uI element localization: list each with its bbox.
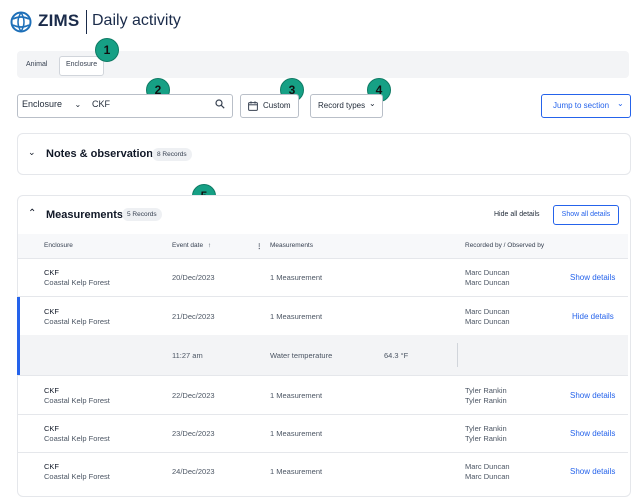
table-row[interactable] xyxy=(20,297,628,334)
notes-section-title[interactable]: Notes & observations xyxy=(46,148,159,160)
measurements-section-title[interactable]: Measurements xyxy=(46,209,123,221)
show-all-details-button[interactable]: Show all details xyxy=(553,205,619,225)
observed-by: Marc Duncan xyxy=(465,278,510,287)
tab-animal[interactable]: Animal xyxy=(20,56,53,74)
measurements-count: 1 Measurement xyxy=(270,391,323,400)
show-details-link[interactable]: Show details xyxy=(570,391,615,400)
notes-record-count: 8 Records xyxy=(152,148,192,161)
kebab-menu-icon[interactable]: ⋮ xyxy=(256,242,263,250)
hide-all-details-link[interactable]: Hide all details xyxy=(494,211,540,218)
chevron-down-icon[interactable]: ⌄ xyxy=(28,147,36,158)
observed-by: Tyler Rankin xyxy=(465,434,507,443)
chevron-down-icon: ⌄ xyxy=(617,99,624,108)
enclosure-code: CKF xyxy=(44,462,59,471)
table-row[interactable] xyxy=(18,376,628,413)
measurements-count: 1 Measurement xyxy=(270,429,323,438)
record-types-dropdown[interactable]: Record types ⌄ xyxy=(310,94,383,118)
enclosure-name: Coastal Kelp Forest xyxy=(44,396,110,405)
column-header-recorded-by[interactable]: Recorded by / Observed by xyxy=(465,242,544,249)
column-header-event-date[interactable]: Event date ↑ xyxy=(172,242,211,249)
jump-to-section-button[interactable]: Jump to section ⌄ xyxy=(541,94,631,118)
event-date-header-label: Event date xyxy=(172,242,204,249)
tab-enclosure[interactable]: Enclosure xyxy=(59,56,105,76)
event-date: 23/Dec/2023 xyxy=(172,429,215,438)
show-details-link[interactable]: Show details xyxy=(570,467,615,476)
enclosure-name: Coastal Kelp Forest xyxy=(44,472,110,481)
measurements-count: 1 Measurement xyxy=(270,273,323,282)
column-header-measurements[interactable]: Measurements xyxy=(270,242,313,249)
custom-label: Custom xyxy=(263,101,291,110)
chevron-down-icon: ⌄ xyxy=(369,99,376,108)
measurements-count: 1 Measurement xyxy=(270,312,323,321)
observed-by: Marc Duncan xyxy=(465,317,510,326)
detail-time: 11:27 am xyxy=(172,351,203,360)
sort-up-arrow-icon: ↑ xyxy=(207,242,212,249)
recorded-by: Marc Duncan xyxy=(465,462,510,471)
date-range-custom-button[interactable]: Custom xyxy=(240,94,299,118)
event-date: 24/Dec/2023 xyxy=(172,467,215,476)
chevron-down-icon: ⌄ xyxy=(74,100,82,109)
hide-details-link[interactable]: Hide details xyxy=(572,312,614,321)
filter-type-label: Enclosure xyxy=(22,99,63,109)
enclosure-code: CKF xyxy=(44,307,59,316)
detail-measurement-value: 64.3 °F xyxy=(384,351,409,360)
enclosure-name: Coastal Kelp Forest xyxy=(44,317,110,326)
search-icon[interactable] xyxy=(215,99,225,109)
detail-divider xyxy=(457,343,458,367)
measurements-record-count: 5 Records xyxy=(122,208,162,221)
event-date: 22/Dec/2023 xyxy=(172,391,215,400)
recorded-by: Tyler Rankin xyxy=(465,386,507,395)
measurements-count: 1 Measurement xyxy=(270,467,323,476)
enclosure-code: CKF xyxy=(44,268,59,277)
recorded-by: Tyler Rankin xyxy=(465,424,507,433)
column-header-enclosure[interactable]: Enclosure xyxy=(44,242,73,249)
filter-type-select[interactable]: Enclosure ⌄ xyxy=(22,99,81,109)
enclosure-code: CKF xyxy=(44,424,59,433)
calendar-icon xyxy=(248,101,258,111)
enclosure-name: Coastal Kelp Forest xyxy=(44,434,110,443)
brand-name: ZIMS xyxy=(38,11,80,30)
header-divider xyxy=(86,10,87,34)
recorded-by: Marc Duncan xyxy=(465,268,510,277)
jump-label: Jump to section xyxy=(553,101,610,110)
enclosure-code: CKF xyxy=(44,386,59,395)
enclosure-name: Coastal Kelp Forest xyxy=(44,278,110,287)
observed-by: Marc Duncan xyxy=(465,472,510,481)
detail-measurement-type: Water temperature xyxy=(270,351,333,360)
globe-logo-icon xyxy=(10,11,32,33)
show-details-link[interactable]: Show details xyxy=(570,429,615,438)
observed-by: Tyler Rankin xyxy=(465,396,507,405)
event-date: 21/Dec/2023 xyxy=(172,312,215,321)
record-types-label: Record types xyxy=(318,101,366,110)
show-details-link[interactable]: Show details xyxy=(570,273,615,282)
search-input[interactable]: CKF xyxy=(92,99,110,109)
annotation-badge-1: 1 xyxy=(95,38,119,62)
page-title: Daily activity xyxy=(92,12,181,29)
event-date: 20/Dec/2023 xyxy=(172,273,215,282)
recorded-by: Marc Duncan xyxy=(465,307,510,316)
chevron-up-icon[interactable]: ⌃ xyxy=(28,208,36,219)
